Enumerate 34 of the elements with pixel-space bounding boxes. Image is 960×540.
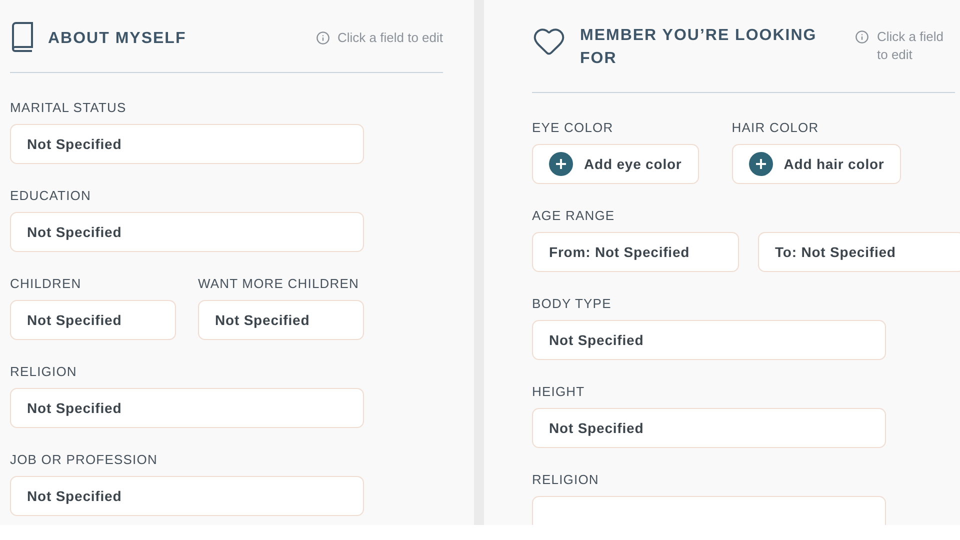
select-field[interactable] [532, 496, 886, 525]
field-label: HAIR COLOR [732, 120, 820, 135]
field-label: CHILDREN [10, 276, 82, 291]
info-icon [316, 31, 330, 45]
add-button[interactable]: Add eye color [532, 144, 699, 184]
field-label: MARITAL STATUS [10, 100, 128, 115]
field-label: RELIGION [10, 364, 78, 379]
book-icon [10, 22, 34, 52]
field-label: HEIGHT [532, 384, 586, 399]
select-field[interactable]: Not Specified [10, 476, 364, 516]
section-title: ABOUT MYSELF [48, 29, 188, 49]
field-label: WANT MORE CHILDREN [198, 276, 360, 291]
select-field[interactable]: Not Specified [532, 408, 886, 448]
select-field[interactable]: Not Specified [198, 300, 364, 340]
select-field[interactable]: Not Specified [10, 388, 364, 428]
field-label: EDUCATION [10, 188, 92, 203]
select-field[interactable]: Not Specified [10, 300, 176, 340]
plus-icon [549, 152, 573, 176]
select-field[interactable]: Not Specified [532, 320, 886, 360]
hint-text: Click a field to edit [877, 28, 944, 64]
hint-text: Click a field to edit [338, 29, 443, 47]
field-label: EYE COLOR [532, 120, 614, 135]
field-label: JOB OR PROFESSION [10, 452, 158, 467]
section-title: MEMBER YOU’RE LOOKING FOR [580, 26, 818, 69]
select-field[interactable]: To: Not Specified [758, 232, 960, 272]
info-icon [855, 30, 869, 44]
field-label: BODY TYPE [532, 296, 612, 311]
field-label: RELIGION [532, 472, 600, 487]
select-field[interactable]: From: Not Specified [532, 232, 739, 272]
field-label: AGE RANGE [532, 208, 616, 223]
select-field[interactable]: Not Specified [10, 124, 364, 164]
plus-icon [748, 152, 773, 176]
select-field[interactable]: Not Specified [10, 212, 364, 252]
add-button[interactable]: Add hair color [732, 144, 902, 184]
